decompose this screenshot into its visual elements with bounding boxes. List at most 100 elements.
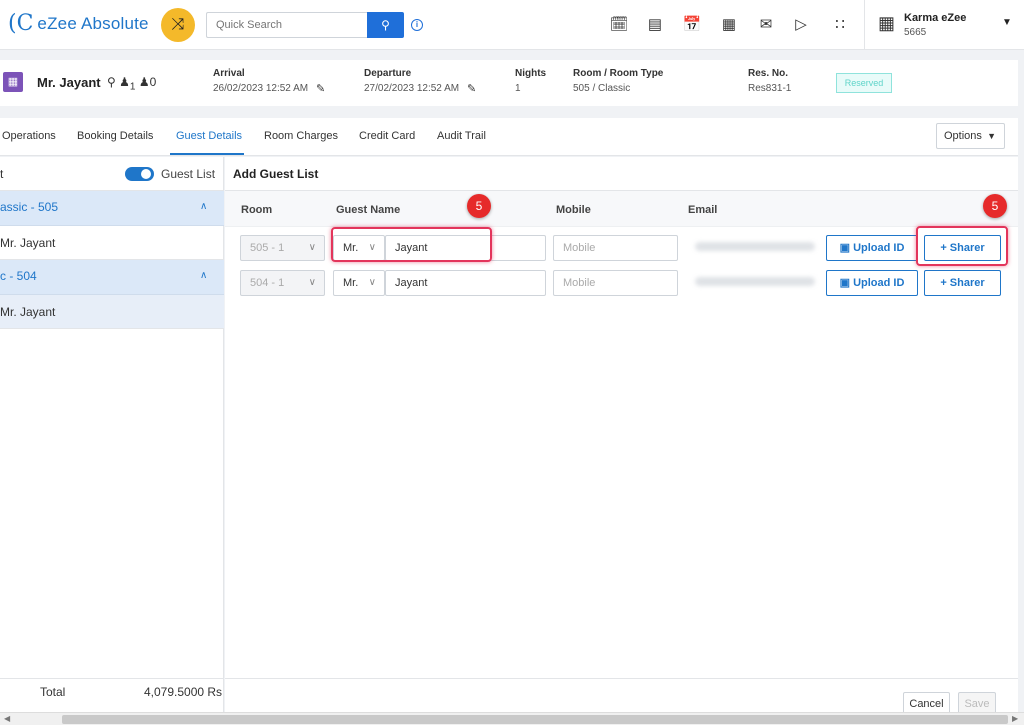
add-sharer-button[interactable]: + Sharer [924, 270, 1001, 296]
info-icon[interactable]: i [411, 19, 423, 31]
tab-room-charges[interactable]: Room Charges [264, 130, 338, 142]
tab-audit-trail[interactable]: Audit Trail [437, 130, 486, 142]
email-field[interactable] [685, 270, 825, 296]
chevron-up-icon[interactable]: ∧ [200, 270, 207, 281]
chevron-down-icon: ∨ [308, 242, 316, 253]
email-field[interactable] [685, 235, 825, 261]
nights-value: 1 [515, 83, 521, 94]
sidebar-title-partial: t [0, 167, 4, 181]
guest-name-field[interactable]: Jayant [385, 270, 546, 296]
column-mobile: Mobile [556, 204, 591, 216]
total-row: Total 4,079.5000 Rs [0, 678, 224, 712]
active-tab-indicator [170, 153, 244, 155]
app-title: eZee Absolute [37, 14, 149, 33]
table-header: Room Guest Name Mobile Email [225, 190, 1018, 227]
tab-operations[interactable]: Operations [2, 130, 56, 142]
mobile-field[interactable]: Mobile [553, 235, 678, 261]
highlight-sharer [916, 226, 1008, 266]
total-label: Total [40, 685, 66, 699]
room-view-icon[interactable]: ▤ [645, 15, 665, 35]
caret-down-icon: ▼ [987, 131, 996, 141]
room-group-505[interactable]: assic - 505 ∧ [0, 191, 224, 226]
column-email: Email [688, 204, 718, 216]
upload-id-button[interactable]: ▣ Upload ID [826, 270, 918, 296]
list-item[interactable]: Mr. Jayant [0, 295, 224, 329]
step-marker: 5 [467, 194, 491, 218]
child-icon: ♟ [138, 75, 150, 89]
guest-profile-icon[interactable]: ⚲ [107, 75, 116, 89]
property-id: 5665 [904, 27, 927, 38]
mobile-field[interactable]: Mobile [553, 270, 678, 296]
room-group-504[interactable]: c - 504 ∧ [0, 260, 224, 295]
column-guest-name: Guest Name [336, 204, 401, 216]
sidebar-header: t Guest List [0, 157, 224, 191]
calendar-plus-icon[interactable]: 🗓 [609, 15, 629, 35]
arrival-value: 26/02/2023 12:52 AM [213, 83, 309, 94]
guest-item-name: Mr. Jayant [0, 236, 56, 250]
salutation-select[interactable]: Mr. ∨ [333, 270, 385, 296]
email-redacted [695, 277, 815, 286]
calendar-icon[interactable]: 📅 [682, 15, 702, 35]
section-title: Add Guest List [233, 167, 319, 181]
billing-icon[interactable]: ▦ [719, 15, 739, 35]
status-badge: Reserved [836, 73, 892, 93]
room-select[interactable]: 505 - 1 ∨ [240, 235, 325, 261]
step-marker: 5 [983, 194, 1007, 218]
guest-list-toggle[interactable] [125, 167, 154, 181]
app-logo[interactable]: (C eZee Absolute [8, 13, 149, 35]
tab-booking-details[interactable]: Booking Details [77, 130, 153, 142]
property-switcher[interactable]: ▦ Karma eZee 5665 ▼ [864, 0, 1024, 50]
top-bar: (C eZee Absolute ⤨ ⚲ i 🗓 ▤ 📅 ▦ ✉ ▷ ∷ ▦ K… [0, 0, 1024, 50]
form-footer: Cancel Save [225, 678, 1018, 716]
reservation-summary: ▦ Mr. Jayant ⚲ ♟1 ♟0 Arrival 26/02/2023 … [0, 60, 1018, 106]
list-item[interactable]: Mr. Jayant [0, 226, 224, 260]
search-input[interactable] [206, 12, 367, 38]
shuffle-icon[interactable]: ⤨ [161, 8, 195, 42]
email-redacted [695, 242, 815, 251]
megaphone-icon[interactable]: ▷ [791, 15, 811, 35]
scroll-right-icon[interactable]: ▶ [1012, 714, 1018, 723]
tab-guest-details[interactable]: Guest Details [176, 130, 242, 142]
id-card-icon: ▣ [839, 242, 850, 254]
caret-down-icon: ▼ [1002, 17, 1012, 28]
res-no-value: Res831-1 [748, 83, 792, 94]
departure-value: 27/02/2023 12:52 AM [364, 83, 460, 94]
edit-departure-icon[interactable]: ✎ [467, 82, 476, 95]
upload-id-label: Upload ID [853, 242, 905, 254]
guest-list-panel: Add Guest List Room Guest Name Mobile Em… [225, 157, 1018, 712]
options-label: Options [944, 130, 982, 142]
adult-icon: ♟ [119, 75, 130, 89]
child-count: 0 [149, 75, 157, 89]
toggle-knob [141, 169, 151, 179]
arrival-label: Arrival [213, 68, 245, 79]
search-icon: ⚲ [381, 18, 390, 32]
chevron-up-icon[interactable]: ∧ [200, 201, 207, 212]
upload-id-button[interactable]: ▣ Upload ID [826, 235, 918, 261]
horizontal-scrollbar[interactable]: ◀ ▶ [0, 712, 1024, 725]
occupancy: ⚲ ♟1 ♟0 [107, 75, 156, 92]
chevron-down-icon: ∨ [308, 277, 316, 288]
options-dropdown[interactable]: Options ▼ [936, 123, 1005, 149]
tab-bar: Operations Booking Details Guest Details… [0, 118, 1018, 156]
total-value: 4,079.5000 Rs [144, 685, 223, 699]
tab-credit-card[interactable]: Credit Card [359, 130, 415, 142]
room-icon: ▦ [3, 72, 23, 92]
property-name: Karma eZee [904, 12, 967, 24]
edit-arrival-icon[interactable]: ✎ [316, 82, 325, 95]
room-group-title: c - 504 [0, 269, 37, 283]
mail-icon[interactable]: ✉ [756, 15, 776, 35]
chevron-down-icon: ∨ [368, 277, 376, 288]
guest-name[interactable]: Mr. Jayant [37, 75, 101, 90]
room-select-value: 504 - 1 [250, 277, 285, 289]
room-select[interactable]: 504 - 1 ∨ [240, 270, 325, 296]
salutation-value: Mr. [343, 277, 359, 289]
guest-list-sidebar: t Guest List assic - 505 ∧ Mr. Jayant c … [0, 157, 224, 712]
apps-grid-icon[interactable]: ∷ [830, 15, 850, 35]
room-type-label: Room / Room Type [573, 68, 664, 79]
res-no-label: Res. No. [748, 68, 789, 79]
scroll-left-icon[interactable]: ◀ [4, 714, 10, 723]
building-icon: ▦ [878, 13, 896, 33]
search-button[interactable]: ⚲ [367, 12, 404, 38]
scrollbar-thumb[interactable] [62, 715, 1008, 724]
guest-list-toggle-label: Guest List [161, 167, 216, 181]
